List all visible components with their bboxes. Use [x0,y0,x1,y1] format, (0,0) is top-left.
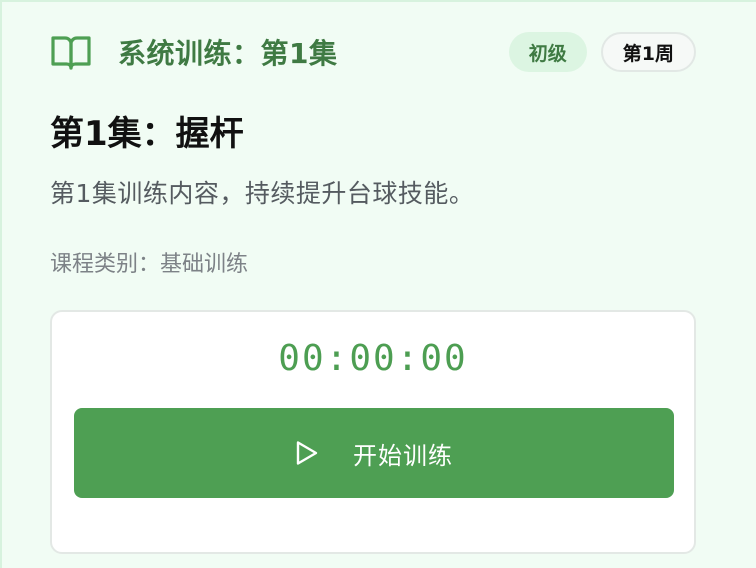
lesson-description: 第1集训练内容，持续提升台球技能。 [50,179,475,208]
timer-display: 00:00:00 [278,338,468,379]
timer-panel: 00:00:00 开始训练 [50,310,696,554]
play-icon [296,441,318,465]
training-card: 系统训练：第1集 初级 第1周 第1集：握杆 第1集训练内容，持续提升台球技能。… [0,0,756,568]
card-header: 系统训练：第1集 初级 第1周 [50,30,696,74]
start-button-label: 开始训练 [353,441,453,470]
lesson-category: 课程类别：基础训练 [50,252,249,277]
lesson-title: 第1集：握杆 [50,114,244,154]
book-icon [51,36,91,70]
level-badge: 初级 [508,32,587,72]
week-badge: 第1周 [600,32,696,72]
start-training-button[interactable]: 开始训练 [74,408,674,498]
course-title: 系统训练：第1集 [118,37,338,70]
badge-group: 初级 第1周 [508,32,696,72]
